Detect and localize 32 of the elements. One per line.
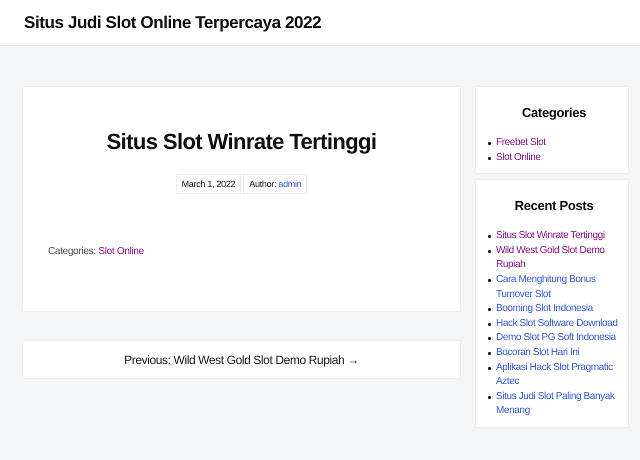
post-link[interactable]: Situs Slot Winrate Tertinggi bbox=[496, 229, 605, 244]
post-link[interactable]: Situs Judi Slot Paling Banyak Menang bbox=[496, 390, 620, 419]
bullet-icon bbox=[488, 352, 491, 355]
author-link[interactable]: admin bbox=[278, 179, 302, 189]
bullet-icon bbox=[488, 322, 491, 326]
post-link[interactable]: Freebet Slot bbox=[496, 136, 546, 151]
bullet-icon bbox=[488, 337, 491, 340]
bullet-icon bbox=[488, 278, 491, 282]
category-link[interactable]: Slot Online bbox=[98, 246, 144, 257]
post-link[interactable]: Cara Menghitung Bonus Turnover Slot bbox=[496, 272, 620, 302]
post-link[interactable]: Aplikasi Hack Slot Pragmatic Aztec bbox=[496, 360, 620, 390]
bullet-icon bbox=[488, 308, 491, 312]
post-link[interactable]: Demo Slot PG Soft Indonesia bbox=[496, 331, 616, 346]
bullet-icon bbox=[488, 366, 491, 370]
post-link[interactable]: Wild West Gold Slot Demo Rupiah bbox=[496, 244, 620, 273]
post-link[interactable]: Hack Slot Software Download bbox=[496, 316, 618, 332]
bullet-icon bbox=[488, 250, 491, 253]
post-title: Situs Slot Winrate Tertinggi bbox=[106, 129, 376, 155]
bullet-icon bbox=[488, 156, 491, 160]
post-link[interactable]: Slot Online bbox=[496, 150, 541, 166]
bullet-icon bbox=[488, 235, 491, 238]
bullet-icon bbox=[488, 396, 491, 399]
site-title[interactable]: Situs Judi Slot Online Terpercaya 2022 bbox=[24, 12, 322, 32]
previous-post-link[interactable]: Previous: Wild West Gold Slot Demo Rupiah → bbox=[124, 352, 359, 366]
widget-title: Categories bbox=[520, 105, 588, 120]
post-categories: Categories: Slot Online bbox=[48, 246, 145, 257]
post-link[interactable]: Booming Slot Indonesia bbox=[496, 302, 593, 317]
post-author: Author: admin bbox=[243, 174, 308, 194]
post-link[interactable]: Bocoran Slot Hari Ini bbox=[496, 346, 580, 361]
bullet-icon bbox=[488, 142, 491, 145]
post-date: March 1, 2022 bbox=[176, 174, 242, 194]
widget-title: Recent Posts bbox=[514, 198, 594, 214]
